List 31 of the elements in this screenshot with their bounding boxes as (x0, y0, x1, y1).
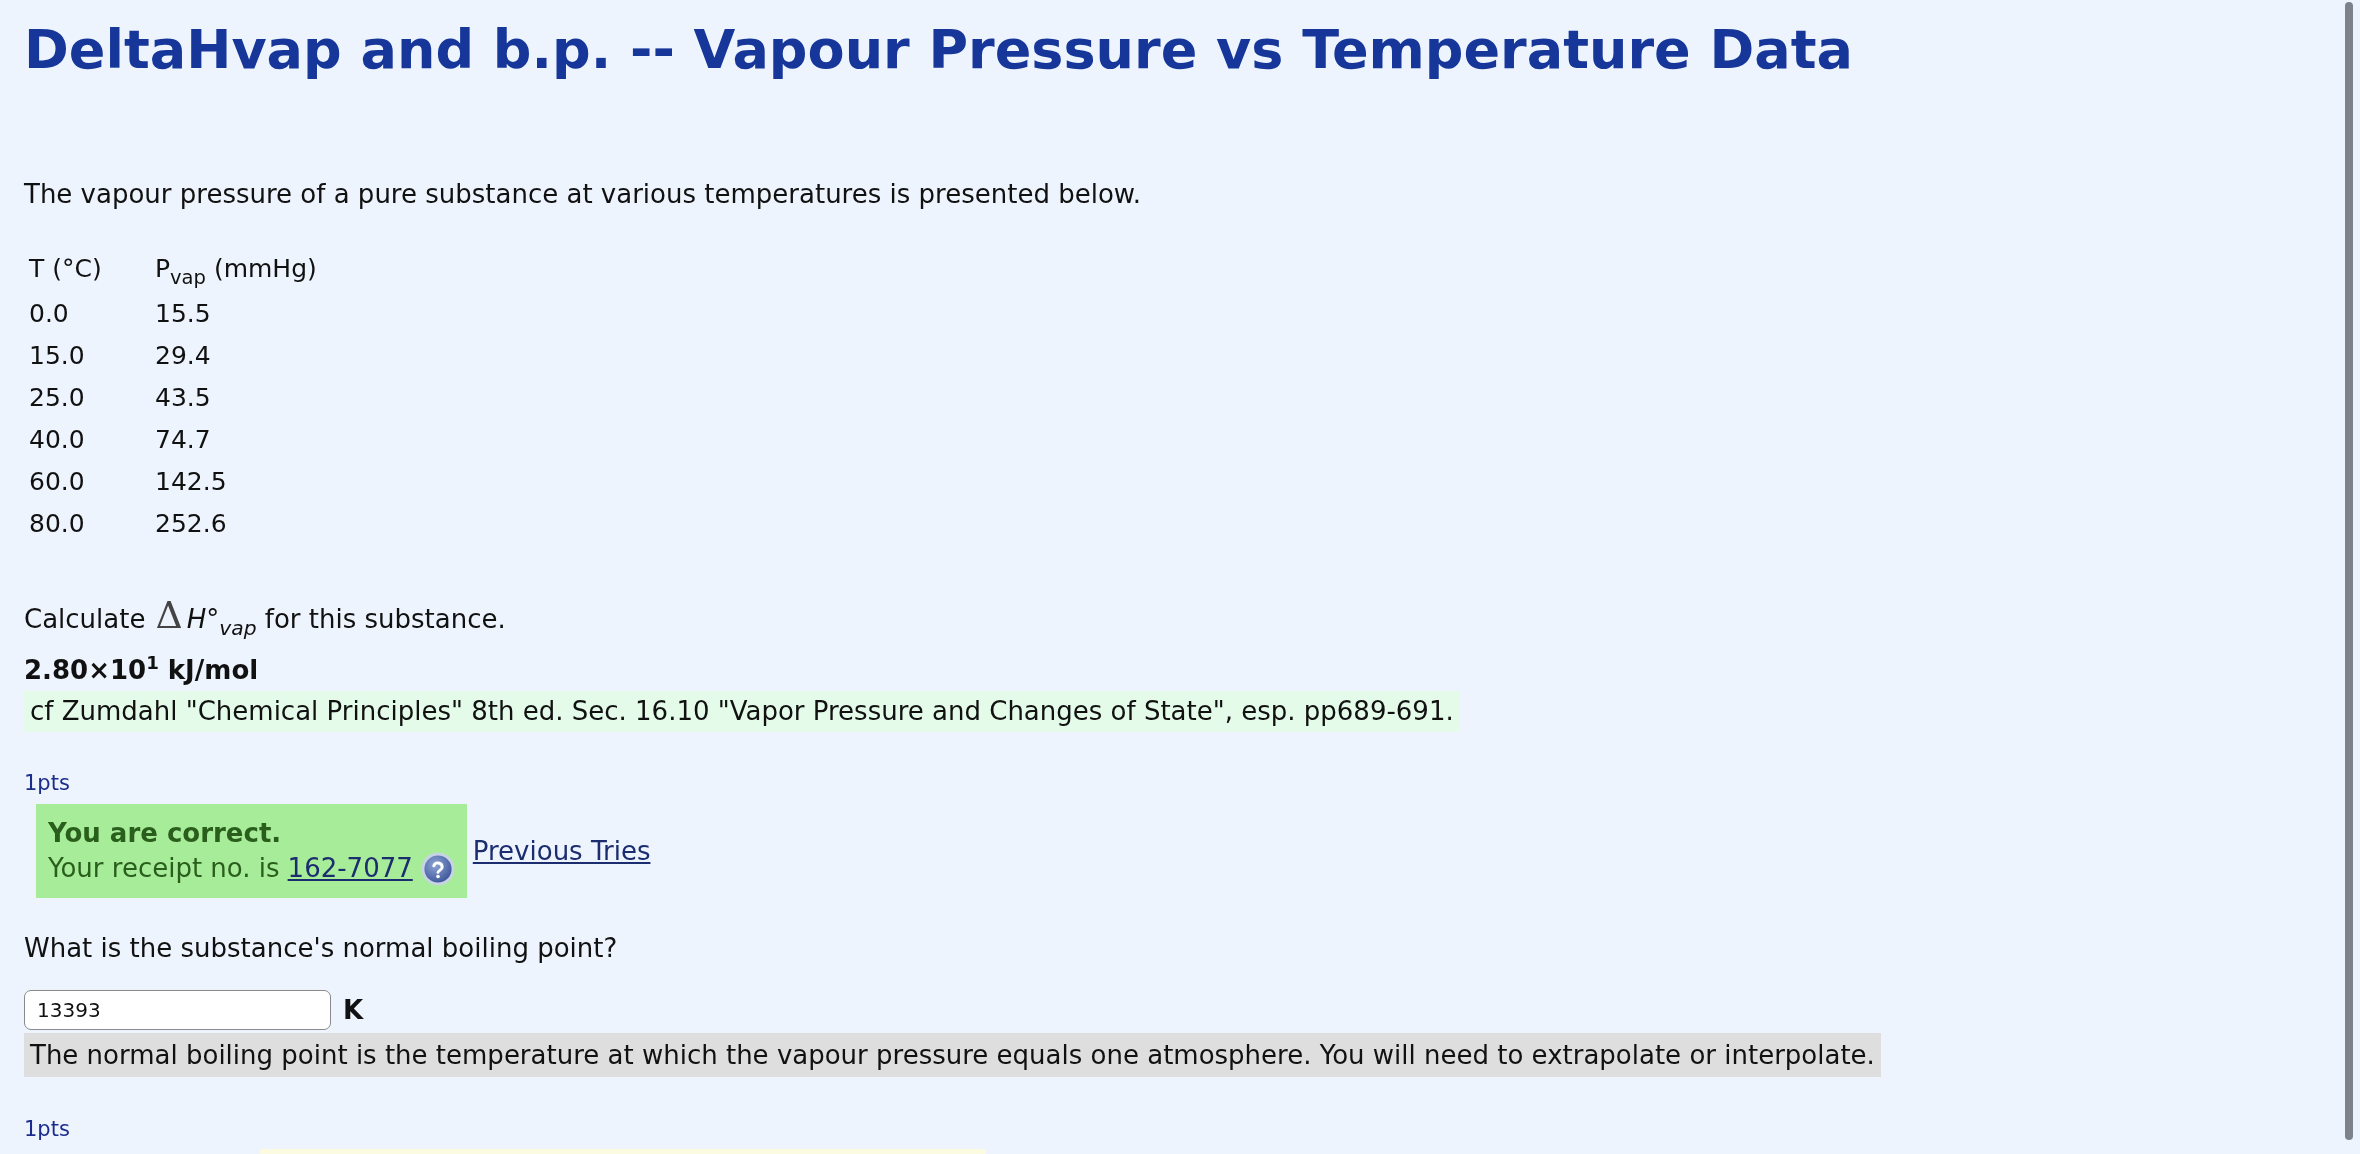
receipt-label: Your receipt no. is (48, 852, 280, 885)
receipt-link[interactable]: 162-7077 (287, 851, 413, 886)
points-label: 1pts (24, 770, 70, 797)
table-cell-text: 29.4 (154, 339, 212, 372)
feedback-message: You are correct. (48, 817, 282, 850)
unit-label: K (343, 995, 364, 1025)
column-header: T (°C) (28, 252, 103, 285)
previous-tries-link[interactable]: Previous Tries (472, 836, 651, 866)
help-icon[interactable] (420, 851, 455, 886)
table-cell-text: 80.0 (28, 507, 86, 540)
answer-field[interactable]: 13393 (24, 990, 331, 1030)
table-cell-text: 74.7 (154, 423, 212, 456)
question-prompt: What is the substance's normal boiling point? (24, 932, 618, 965)
table-cell-text: 40.0 (28, 423, 86, 456)
answer-value: 2.80×10$^{1}$ kJ/mol (24, 652, 259, 687)
table-cell-text: 0.0 (28, 297, 70, 330)
scrollbar-thumb[interactable] (2345, 2, 2353, 1140)
table-cell-text: 252.6 (154, 507, 228, 540)
table-cell-text: 15.0 (28, 339, 86, 372)
points-label: 1pts (24, 1116, 70, 1143)
table-cell-text: 15.5 (154, 297, 212, 330)
hint-text: The normal boiling point is the temperature at which the vapour pressure equals one atmosphere. You will need to extrapolate or interpolate. (24, 1033, 1881, 1077)
reference-note: cf Zumdahl "Chemical Principles" 8th ed. Sec. 16.10 "Vapor Pressure and Changes of State", esp. pp689-691. (24, 691, 1460, 732)
table-cell-text: 43.5 (154, 381, 212, 414)
intro-text: The vapour pressure of a pure substance at various temperatures is presented below. (24, 178, 1141, 211)
table-cell-text: 142.5 (154, 465, 228, 498)
table-cell-text: 25.0 (28, 381, 86, 414)
question-prompt: Calculate Δ H°$_{vap}$ for this substance. (24, 599, 506, 639)
column-header: P$_{vap}$ (mmHg) (154, 252, 318, 291)
table-cell-text: 60.0 (28, 465, 86, 498)
page-title: DeltaHvap and b.p. -- Vapour Pressure vs Temperature Data (24, 17, 1853, 83)
